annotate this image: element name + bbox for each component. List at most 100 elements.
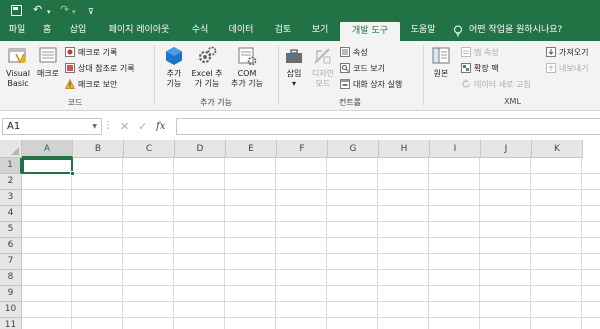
column-header[interactable]: I xyxy=(430,140,481,158)
select-all-button[interactable] xyxy=(0,140,22,158)
customize-toolbar-icon[interactable]: ⊽ xyxy=(88,5,94,19)
worksheet-grid: ABCDEFGHIJK 1 2 3 4 5 6 7 8 9 10 11 xyxy=(0,140,600,329)
selected-cell[interactable] xyxy=(22,158,73,174)
column-header[interactable]: J xyxy=(481,140,532,158)
row-header[interactable]: 5 xyxy=(0,222,22,238)
insert-control-button[interactable]: 삽입 ▾ xyxy=(282,45,306,89)
column-header[interactable]: G xyxy=(328,140,379,158)
fill-handle[interactable] xyxy=(70,171,75,176)
com-addins-label-2: 추가 기능 xyxy=(231,79,263,88)
export-icon xyxy=(546,63,556,73)
export-button[interactable]: 내보내기 xyxy=(546,62,588,75)
view-code-button[interactable]: 코드 보기 xyxy=(340,62,385,75)
name-box[interactable]: A1 ▼ xyxy=(2,118,102,135)
column-header[interactable]: K xyxy=(532,140,583,158)
row-header[interactable]: 6 xyxy=(0,238,22,254)
resize-handle[interactable]: ⋮ xyxy=(103,118,113,135)
import-button[interactable]: 가져오기 xyxy=(546,46,588,59)
column-header[interactable]: C xyxy=(124,140,175,158)
relative-refs-label: 상대 참조로 기록 xyxy=(78,64,135,73)
formula-bar: A1 ▼ ⋮ ✕ ✓ fx xyxy=(0,111,600,140)
group-divider xyxy=(423,45,424,105)
undo-icon[interactable]: ↶ xyxy=(33,3,42,17)
column-header[interactable]: A xyxy=(22,140,73,158)
tab-help[interactable]: 도움말 xyxy=(402,20,444,41)
design-mode-button[interactable]: 디자인 모드 xyxy=(309,45,337,89)
title-bar: ↶ ▾ ↷ ▾ ⊽ xyxy=(0,0,600,20)
group-divider xyxy=(278,45,279,105)
run-dialog-button[interactable]: 대화 상자 실행 xyxy=(340,78,402,91)
macros-label: 매크로 xyxy=(36,69,60,78)
relative-references-icon xyxy=(65,63,75,73)
tab-home[interactable]: 홈 xyxy=(34,20,60,41)
tab-insert[interactable]: 삽입 xyxy=(62,20,94,41)
com-addins-button[interactable]: COM 추가 기능 xyxy=(227,45,267,89)
relative-refs-button[interactable]: 상대 참조로 기록 xyxy=(65,62,135,75)
com-addins-icon xyxy=(238,47,257,66)
tab-data[interactable]: 데이터 xyxy=(218,20,264,41)
macro-security-button[interactable]: 매크로 보안 xyxy=(65,78,117,91)
column-header[interactable]: D xyxy=(175,140,226,158)
column-header[interactable]: E xyxy=(226,140,277,158)
row-header[interactable]: 4 xyxy=(0,206,22,222)
ribbon-tabs: 파일 홈 삽입 페이지 레이아웃 수식 데이터 검토 보기 개발 도구 도움말 … xyxy=(0,20,600,41)
macros-icon xyxy=(39,47,57,63)
save-icon[interactable] xyxy=(11,5,22,16)
redo-dropdown-icon[interactable]: ▾ xyxy=(72,5,76,19)
addins-button[interactable]: 추가 기능 xyxy=(160,45,188,89)
refresh-data-button[interactable]: 데이터 새로 고침 xyxy=(461,78,531,91)
cells-area[interactable] xyxy=(22,158,600,329)
row-header[interactable]: 2 xyxy=(0,174,22,190)
xml-source-button[interactable]: 원본 xyxy=(428,45,454,79)
tab-developer[interactable]: 개발 도구 xyxy=(340,22,400,41)
lightbulb-icon[interactable] xyxy=(453,25,463,37)
macros-button[interactable]: 매크로 xyxy=(34,45,62,79)
tab-formulas[interactable]: 수식 xyxy=(184,20,216,41)
refresh-data-label: 데이터 새로 고침 xyxy=(474,80,531,89)
excel-addins-label-2: 가 기능 xyxy=(194,79,220,88)
cancel-icon[interactable]: ✕ xyxy=(120,118,129,135)
ribbon-developer: Visual Basic 매크로 매크로 기록 상대 참조로 기록 매크로 보안… xyxy=(0,41,600,111)
map-properties-label: 맵 속성 xyxy=(474,48,499,57)
design-mode-label-1: 디자인 xyxy=(311,69,335,78)
design-mode-icon xyxy=(314,48,331,64)
tab-view[interactable]: 보기 xyxy=(302,20,338,41)
tab-page-layout[interactable]: 페이지 레이아웃 xyxy=(96,20,182,41)
insert-control-label: 삽입 xyxy=(286,69,302,78)
view-code-label: 코드 보기 xyxy=(353,64,385,73)
row-header[interactable]: 11 xyxy=(0,318,22,329)
chevron-down-icon[interactable]: ▼ xyxy=(92,119,97,134)
insert-function-icon[interactable]: fx xyxy=(156,118,165,135)
map-properties-button[interactable]: 맵 속성 xyxy=(461,46,499,59)
column-header[interactable]: F xyxy=(277,140,328,158)
import-icon xyxy=(546,47,556,57)
row-header[interactable]: 9 xyxy=(0,286,22,302)
row-header[interactable]: 1 xyxy=(0,158,22,174)
row-header[interactable]: 3 xyxy=(0,190,22,206)
code-group-label: 코드 xyxy=(67,98,83,107)
row-header[interactable]: 8 xyxy=(0,270,22,286)
formula-input[interactable] xyxy=(176,118,600,135)
addins-label-1: 추가 xyxy=(166,69,182,78)
tab-review[interactable]: 검토 xyxy=(266,20,300,41)
expansion-packs-button[interactable]: 확장 팩 xyxy=(461,62,499,75)
toolbox-icon xyxy=(286,49,302,63)
tab-file[interactable]: 파일 xyxy=(2,20,32,41)
visual-basic-button[interactable]: Visual Basic xyxy=(3,45,33,89)
enter-icon[interactable]: ✓ xyxy=(138,118,147,135)
row-header[interactable]: 10 xyxy=(0,302,22,318)
column-header[interactable]: H xyxy=(379,140,430,158)
properties-icon xyxy=(340,47,350,57)
record-macro-button[interactable]: 매크로 기록 xyxy=(65,46,117,59)
properties-button[interactable]: 속성 xyxy=(340,46,368,59)
undo-dropdown-icon[interactable]: ▾ xyxy=(47,5,51,19)
xml-source-icon xyxy=(432,47,450,64)
excel-addins-button[interactable]: Excel 추 가 기능 xyxy=(189,45,225,89)
column-header[interactable]: B xyxy=(73,140,124,158)
gear-icon xyxy=(198,46,217,64)
redo-icon[interactable]: ↷ xyxy=(60,3,69,17)
tell-me-search[interactable]: 어떤 작업을 원하시나요? xyxy=(469,20,562,41)
row-header[interactable]: 7 xyxy=(0,254,22,270)
chevron-down-icon: ▾ xyxy=(291,79,296,88)
warning-icon xyxy=(65,79,75,89)
